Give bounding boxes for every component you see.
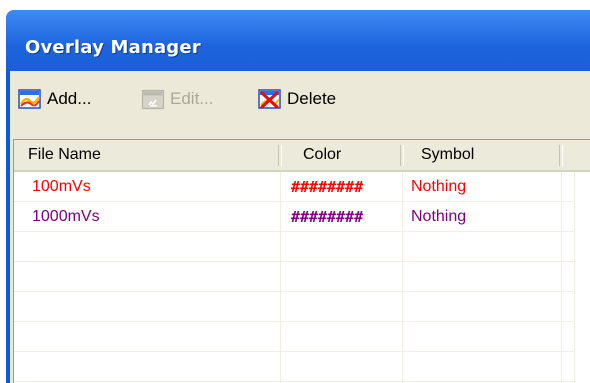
empty-row (14, 292, 574, 322)
column-divider[interactable] (559, 145, 563, 166)
window-client-area: Add... Edit... Delete File Name Color Sy… (10, 71, 590, 383)
cell-color: ######## (291, 178, 364, 196)
overlay-list-grid: File Name Color Symbol 100mVs ######## N… (13, 139, 590, 383)
window-title: Overlay Manager (25, 37, 201, 58)
overlay-manager-window: Overlay Manager Add... Edit... Delete Fi… (6, 10, 590, 383)
delete-button-label: Delete (287, 89, 337, 108)
edit-button[interactable]: Edit... (141, 83, 213, 115)
delete-overlay-icon (258, 87, 282, 111)
title-bar[interactable]: Overlay Manager (6, 10, 590, 71)
grid-line (561, 172, 562, 383)
add-button-label: Add... (47, 89, 92, 108)
column-header-symbol[interactable]: Symbol (403, 140, 558, 170)
grid-line (280, 172, 281, 383)
cell-symbol: Nothing (411, 208, 467, 225)
toolbar: Add... Edit... Delete (10, 71, 590, 131)
column-header-file-name[interactable]: File Name (14, 140, 278, 170)
column-header-color[interactable]: Color (281, 140, 399, 170)
empty-row (14, 352, 574, 382)
table-row[interactable]: 100mVs ######## Nothing (14, 172, 574, 202)
edit-button-label: Edit... (170, 89, 214, 108)
edit-overlay-icon (141, 87, 165, 111)
cell-file-name: 100mVs (32, 178, 91, 195)
table-row[interactable]: 1000mVs ######## Nothing (14, 202, 574, 232)
empty-row (14, 262, 574, 292)
grid-line (402, 172, 403, 383)
cell-color: ######## (291, 208, 364, 226)
cell-file-name: 1000mVs (32, 208, 100, 225)
add-button[interactable]: Add... (18, 83, 91, 115)
empty-row (14, 232, 574, 262)
delete-button[interactable]: Delete (258, 83, 336, 115)
add-overlay-icon (18, 87, 42, 111)
grid-header: File Name Color Symbol (14, 140, 590, 172)
grid-filler-column (574, 172, 590, 383)
cell-symbol: Nothing (411, 178, 467, 195)
empty-row (14, 322, 574, 352)
